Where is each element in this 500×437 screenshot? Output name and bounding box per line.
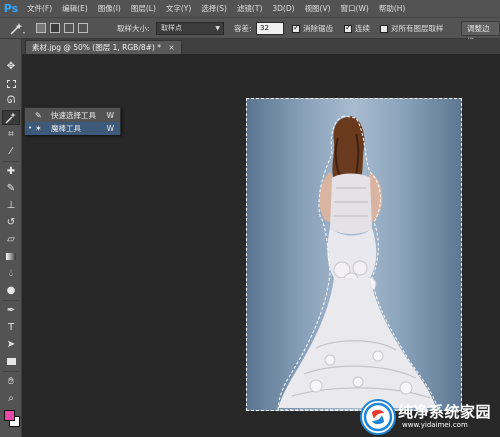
magic-wand-icon[interactable]: [2, 110, 20, 125]
zoom-icon[interactable]: ⌕: [2, 391, 20, 406]
menu-layer[interactable]: 图层(L): [126, 0, 161, 17]
selected-dot-icon: •: [28, 124, 33, 132]
quick-selection-icon: ✎: [35, 111, 42, 120]
flyout-item-label: 魔棒工具: [51, 124, 81, 133]
sample-size-value: 取样点: [161, 24, 182, 32]
menu-bar: Ps 文件(F) 编辑(E) 图像(I) 图层(L) 文字(Y) 选择(S) 滤…: [0, 0, 500, 17]
bride-figure: [277, 115, 439, 411]
anti-alias-label: 消除锯齿: [303, 24, 333, 33]
magic-wand-icon: ✶: [35, 124, 42, 133]
toolbar-divider: [3, 161, 19, 162]
tool-flyout-menu: ✎ 快速选择工具 W • ✶ 魔棒工具 W: [24, 107, 121, 135]
menu-3d[interactable]: 3D(D): [267, 0, 299, 17]
type-icon[interactable]: T: [2, 320, 20, 335]
tools-panel: ✥ ᘏ ⌗ ⁄ ✚ ✎ ⊥ ↺ ▱ 💧︎ ● ✒ T ➤ ✋︎ ⌕: [0, 39, 22, 437]
menu-type[interactable]: 文字(Y): [161, 0, 196, 17]
watermark: 纯净系统家园 www.yidaimei.com: [360, 399, 498, 435]
tolerance-label: 容差:: [234, 24, 252, 33]
anti-alias-checkbox[interactable]: [292, 23, 300, 33]
stamp-icon[interactable]: ⊥: [2, 198, 20, 213]
sample-size-select[interactable]: 取样点 ▼: [156, 22, 224, 35]
menu-select[interactable]: 选择(S): [196, 0, 232, 17]
watermark-logo-icon: [360, 399, 396, 435]
healing-icon[interactable]: ✚: [2, 164, 20, 179]
toolbar-divider: [3, 371, 19, 372]
bride-photo[interactable]: [246, 98, 462, 411]
flyout-item-magic-wand[interactable]: • ✶ 魔棒工具 W: [25, 122, 120, 135]
lasso-icon[interactable]: ᘏ: [2, 93, 20, 108]
eyedropper-icon[interactable]: ⁄: [2, 144, 20, 159]
add-selection-icon[interactable]: [50, 23, 60, 33]
flyout-item-shortcut: W: [106, 124, 114, 133]
shape-icon[interactable]: [2, 354, 20, 369]
all-layers-label: 对所有图层取样: [391, 24, 444, 33]
sample-size-label: 取样大小:: [117, 24, 150, 33]
menu-view[interactable]: 视图(V): [300, 0, 336, 17]
document-tab-bar: 素材.jpg @ 50% (图层 1, RGB/8#) * ×: [22, 39, 500, 54]
magic-wand-glyph-icon: [5, 112, 16, 123]
menu-edit[interactable]: 编辑(E): [57, 0, 93, 17]
document-tab[interactable]: 素材.jpg @ 50% (图层 1, RGB/8#) * ×: [25, 40, 182, 54]
magic-wand-icon: [10, 22, 25, 35]
menu-image[interactable]: 图像(I): [93, 0, 126, 17]
photoshop-logo: Ps: [3, 2, 19, 15]
all-layers-option[interactable]: 对所有图层取样: [380, 18, 444, 39]
move-icon[interactable]: ✥: [2, 59, 20, 74]
gradient-icon[interactable]: [2, 249, 20, 264]
toolbar-divider: [3, 300, 19, 301]
contiguous-checkbox[interactable]: [344, 23, 352, 33]
crop-icon[interactable]: ⌗: [2, 127, 20, 142]
subtract-selection-icon[interactable]: [64, 23, 74, 33]
hand-icon[interactable]: ✋︎: [2, 374, 20, 389]
document-tab-title: 素材.jpg @ 50% (图层 1, RGB/8#) *: [32, 43, 161, 52]
intersect-selection-icon[interactable]: [78, 23, 88, 33]
menu-filter[interactable]: 滤镜(T): [232, 0, 267, 17]
options-bar: 取样大小: 取样点 ▼ 容差: 32 消除锯齿 连续 对所有图层取样 调整边缘.…: [0, 17, 500, 46]
menu-window[interactable]: 窗口(W): [336, 0, 374, 17]
contiguous-option[interactable]: 连续: [344, 18, 370, 39]
watermark-logo-glyph: [363, 402, 393, 432]
pen-icon[interactable]: ✒: [2, 303, 20, 318]
tool-preset-picker[interactable]: [8, 18, 26, 39]
refine-edge-button[interactable]: 调整边缘...: [461, 21, 500, 46]
new-selection-icon[interactable]: [36, 23, 46, 33]
tolerance-input[interactable]: 32: [256, 22, 284, 35]
menu-help[interactable]: 帮助(H): [374, 0, 411, 17]
eraser-icon[interactable]: ▱: [2, 232, 20, 247]
foreground-color-swatch[interactable]: [4, 410, 15, 421]
contiguous-label: 连续: [355, 24, 370, 33]
anti-alias-option[interactable]: 消除锯齿: [292, 18, 333, 39]
close-icon[interactable]: ×: [168, 43, 174, 52]
brush-icon[interactable]: ✎: [2, 181, 20, 196]
dropdown-arrow-icon: ▼: [215, 25, 220, 32]
dodge-icon[interactable]: ●: [2, 283, 20, 298]
flyout-item-shortcut: W: [106, 111, 114, 120]
menu-file[interactable]: 文件(F): [22, 0, 57, 17]
watermark-url: www.yidaimei.com: [402, 421, 468, 429]
watermark-title: 纯净系统家园: [398, 403, 492, 421]
all-layers-checkbox[interactable]: [380, 24, 388, 33]
flyout-item-label: 快速选择工具: [51, 111, 96, 120]
flyout-item-quick-selection[interactable]: ✎ 快速选择工具 W: [25, 109, 120, 122]
blur-icon[interactable]: 💧︎: [2, 266, 20, 281]
history-brush-icon[interactable]: ↺: [2, 215, 20, 230]
path-select-icon[interactable]: ➤: [2, 337, 20, 352]
marquee-icon[interactable]: [2, 76, 20, 91]
